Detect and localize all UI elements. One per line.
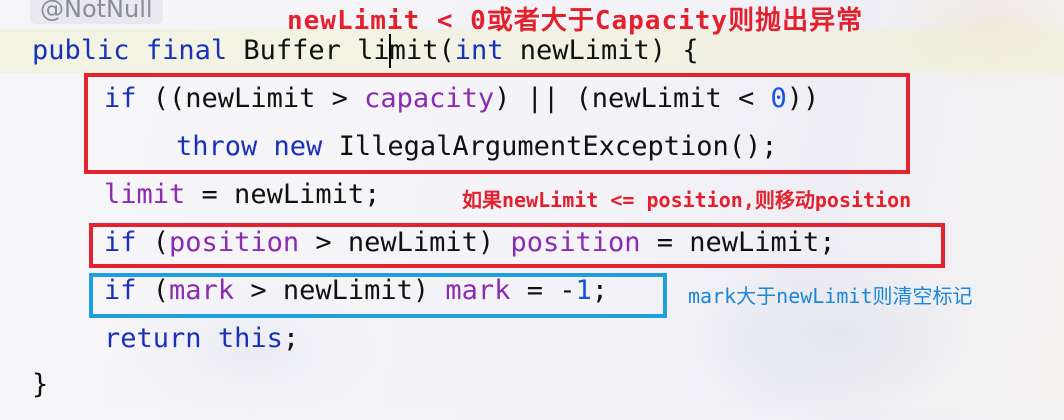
annotation-hint-notnull: @NotNull (30, 0, 163, 24)
param-newlimit: newLimit) { (519, 35, 699, 66)
keyword-return: return (104, 323, 202, 354)
code-line-4[interactable]: limit = newLimit; (104, 173, 380, 217)
code-line-7[interactable]: return this; (104, 317, 299, 361)
text-caret (389, 34, 391, 68)
highlight-box-mark-check (89, 273, 667, 318)
method-name-limit[interactable]: limit (357, 35, 438, 66)
keyword-final: final (145, 35, 228, 66)
keyword-this: this (217, 323, 283, 354)
field-limit: limit (104, 179, 186, 210)
code-line-8[interactable]: } (32, 363, 48, 407)
mark-note: mark大于newLimit则清空标记 (688, 284, 973, 308)
paren-open: ( (438, 35, 455, 66)
code-fragment: = newLimit; (201, 179, 381, 210)
closing-brace: } (32, 369, 49, 400)
highlight-box-position-check (89, 223, 945, 268)
keyword-public: public (32, 35, 130, 66)
position-note: 如果newLimit <= position,则移动position (462, 188, 912, 212)
code-line-1[interactable]: public final Buffer limit(int newLimit) … (32, 29, 699, 73)
background-decoration (684, 250, 984, 420)
type-buffer: Buffer (243, 35, 341, 66)
semicolon: ; (282, 323, 300, 354)
highlight-box-capacity-check (84, 73, 910, 174)
keyword-int: int (454, 35, 504, 66)
